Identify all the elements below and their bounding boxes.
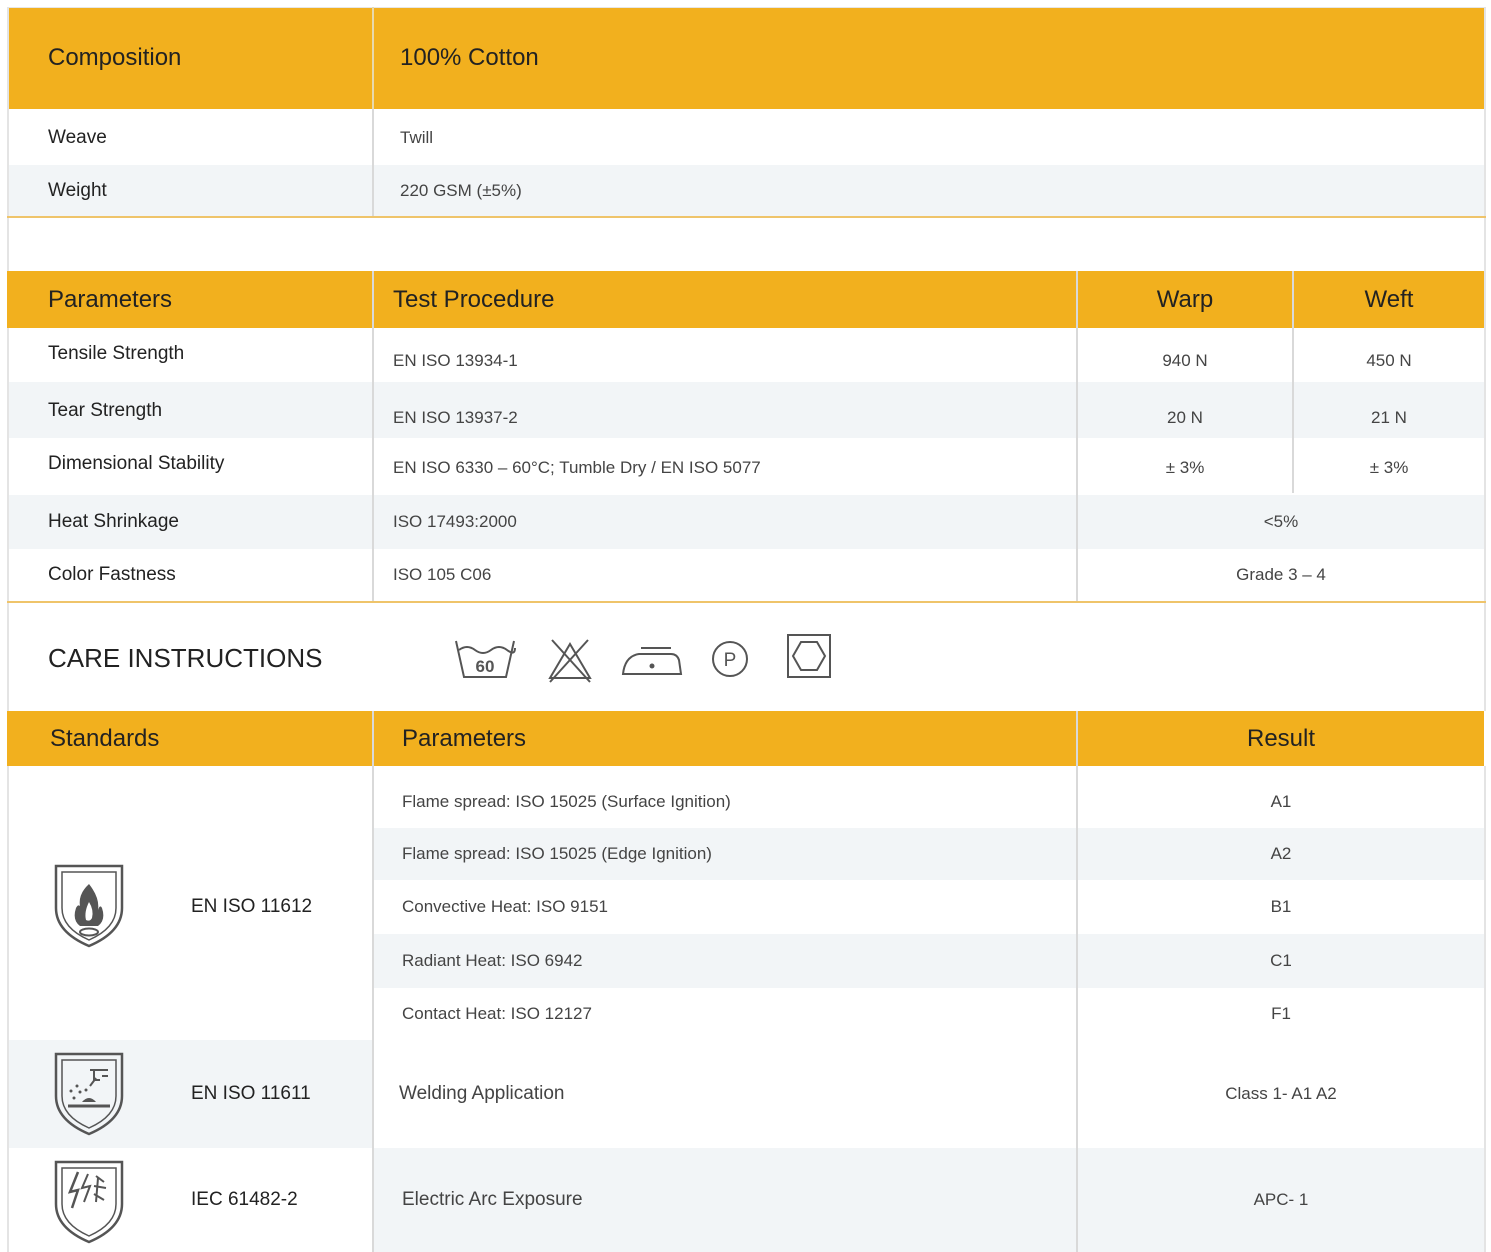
table-row-procedure: ISO 17493:2000: [393, 512, 517, 531]
weight-value: 220 GSM (±5%): [400, 180, 522, 200]
svg-text:P: P: [724, 650, 737, 671]
fabric-table: Composition 100% Cotton Weave Twill Weig…: [0, 0, 1491, 220]
tumble-dry-icon: [786, 633, 832, 679]
std-header-result: Result: [1246, 724, 1316, 752]
table-row-parameter: Radiant Heat: ISO 6942: [402, 951, 583, 970]
table-row-result: APC- 1: [1253, 1190, 1309, 1209]
table-row-parameter: Flame spread: ISO 15025 (Edge Ignition): [402, 844, 712, 863]
composition-value: 100% Cotton: [400, 44, 539, 71]
table-row-parameter: Flame spread: ISO 15025 (Surface Ignitio…: [402, 792, 731, 811]
table-row-parameter: Convective Heat: ISO 9151: [402, 897, 609, 916]
standard-name-iso11611: EN ISO 11611: [191, 1083, 311, 1104]
table-row-weft: 21 N: [1371, 408, 1407, 427]
weave-value: Twill: [400, 128, 434, 147]
table-row-warp: 20 N: [1167, 408, 1203, 427]
perf-header-warp: Warp: [1156, 285, 1214, 313]
table-row-parameter: Welding Application: [399, 1083, 565, 1104]
table-row-parameter: Electric Arc Exposure: [402, 1189, 583, 1210]
table-row-result: Grade 3 – 4: [1236, 565, 1326, 584]
table-row-param: Tear Strength: [48, 400, 163, 421]
table-row-procedure: EN ISO 6330 – 60°C; Tumble Dry / EN ISO …: [393, 458, 761, 477]
table-row-param: Dimensional Stability: [48, 453, 225, 474]
table-row-param: Color Fastness: [48, 564, 176, 585]
weight-label: Weight: [48, 179, 107, 201]
table-row-result: C1: [1270, 951, 1292, 970]
professional-clean-p-icon: P: [710, 639, 750, 679]
std-header-standards: Standards: [50, 724, 160, 752]
perf-header-procedure: Test Procedure: [393, 285, 555, 313]
iron-low-icon: [621, 640, 683, 680]
standard-name-iec61482: IEC 61482-2: [191, 1189, 298, 1210]
composition-label: Composition: [48, 44, 182, 71]
table-row-result: <5%: [1263, 512, 1299, 531]
care-instructions-title: CARE INSTRUCTIONS: [48, 642, 323, 673]
std-header-parameters: Parameters: [402, 724, 527, 752]
composition-header: [7, 7, 1484, 109]
weight-row: [7, 165, 1484, 216]
standard-name-iso11612: EN ISO 11612: [191, 896, 313, 917]
no-bleach-icon: [546, 636, 594, 684]
table-row-warp: ± 3%: [1165, 458, 1205, 477]
wash-60-icon: 60: [453, 637, 517, 683]
divider: [7, 601, 1486, 603]
table-row-result: F1: [1271, 1004, 1291, 1023]
welding-shield-icon: [52, 1050, 126, 1136]
perf-header-weft: Weft: [1364, 285, 1414, 313]
electric-arc-shield-icon: [52, 1158, 126, 1252]
table-row-procedure: ISO 105 C06: [393, 565, 492, 584]
flame-shield-icon: [52, 862, 126, 948]
table-row-result: Class 1- A1 A2: [1225, 1084, 1337, 1103]
table-row-result: B1: [1270, 897, 1292, 916]
table-row-result: A2: [1270, 844, 1292, 863]
svg-text:60: 60: [476, 657, 495, 676]
table-row-procedure: EN ISO 13937-2: [393, 408, 518, 427]
table-row-weft: ± 3%: [1369, 458, 1409, 477]
table-row-param: Heat Shrinkage: [48, 511, 179, 532]
perf-header-parameters: Parameters: [48, 285, 173, 313]
table-row-parameter: Contact Heat: ISO 12127: [402, 1004, 592, 1023]
table-row-param: Tensile Strength: [48, 343, 185, 364]
table-row-result: A1: [1270, 792, 1292, 811]
table-row-weft: 450 N: [1366, 351, 1412, 370]
weave-label: Weave: [48, 127, 107, 148]
table-row-warp: 940 N: [1162, 351, 1208, 370]
table-row-procedure: EN ISO 13934-1: [393, 351, 518, 370]
